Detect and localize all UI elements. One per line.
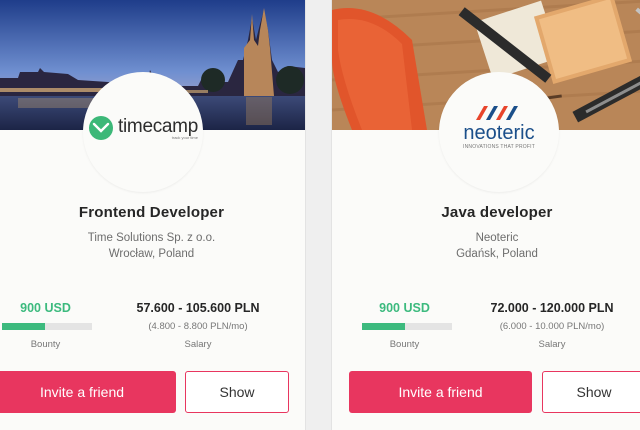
bounty-label: Bounty bbox=[30, 339, 61, 350]
timecamp-logo-icon bbox=[89, 116, 114, 140]
bounty-amount: 900 USD bbox=[20, 301, 71, 315]
company-name: Time Solutions Sp. z o.o. bbox=[87, 232, 216, 244]
salary-range: 57.600 - 105.600 PLN bbox=[136, 301, 260, 315]
bounty-progress-fill bbox=[2, 323, 46, 330]
company-logo: neoteric INNOVATIONS THAT PROFIT bbox=[439, 72, 559, 192]
company-name: Neoteric bbox=[475, 232, 519, 244]
salary-monthly: (4.800 - 8.800 PLN/mo) bbox=[148, 321, 248, 332]
job-title[interactable]: Frontend Developer bbox=[0, 204, 305, 221]
salary-label: Salary bbox=[538, 339, 566, 350]
bounty-label: Bounty bbox=[389, 339, 420, 350]
bounty-progress-bar bbox=[2, 323, 92, 330]
job-card[interactable]: timecamp track your time Frontend Develo… bbox=[0, 0, 305, 430]
neoteric-logo-icon bbox=[476, 106, 518, 120]
salary-monthly: (6.000 - 10.000 PLN/mo) bbox=[499, 321, 605, 332]
logo-wordmark: timecamp bbox=[118, 115, 198, 137]
job-card[interactable]: neoteric INNOVATIONS THAT PROFIT Java de… bbox=[332, 0, 640, 430]
invite-friend-button[interactable]: Invite a friend bbox=[0, 371, 176, 413]
company-logo: timecamp track your time bbox=[83, 72, 203, 192]
logo-tagline: INNOVATIONS THAT PROFIT bbox=[463, 144, 535, 150]
logo-wordmark: neoteric bbox=[463, 122, 535, 144]
bounty-progress-bar bbox=[362, 323, 452, 330]
job-location: Wrocław, Poland bbox=[108, 248, 195, 260]
job-title[interactable]: Java developer bbox=[332, 204, 640, 221]
bounty-progress-fill bbox=[362, 323, 406, 330]
show-button[interactable]: Show bbox=[185, 371, 289, 413]
show-button[interactable]: Show bbox=[542, 371, 640, 413]
job-location: Gdańsk, Poland bbox=[456, 248, 538, 260]
salary-label: Salary bbox=[184, 339, 212, 350]
invite-friend-button[interactable]: Invite a friend bbox=[349, 371, 532, 413]
bounty-amount: 900 USD bbox=[379, 301, 430, 315]
salary-range: 72.000 - 120.000 PLN bbox=[490, 301, 614, 315]
